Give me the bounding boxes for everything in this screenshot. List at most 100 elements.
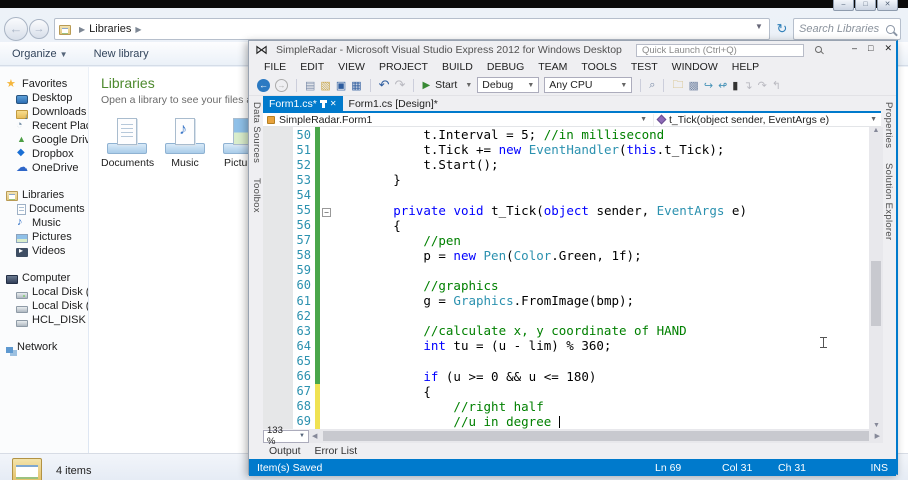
step-out-icon[interactable]: ↰ <box>772 79 781 92</box>
menu-team[interactable]: TEAM <box>531 61 574 73</box>
address-bar[interactable]: ▶ Libraries ▶ <box>54 18 770 40</box>
library-tile-music[interactable]: Music <box>159 118 211 169</box>
tool-tab-error-list[interactable]: Error List <box>315 445 358 457</box>
sidebar-group: Libraries Documents Music Pictures Videos <box>6 188 88 258</box>
new-file-icon[interactable]: ▤ <box>305 79 315 92</box>
search-icon[interactable] <box>886 24 895 34</box>
member-dropdown[interactable]: t_Tick(object sender, EventArgs e) ▼ <box>653 113 883 126</box>
sidebar-item-videos[interactable]: Videos <box>6 244 88 258</box>
scrollbar-thumb[interactable] <box>871 261 881 326</box>
sidebar-item-local-disk-d-[interactable]: Local Disk (D:) <box>6 299 88 313</box>
tab-form1-cs-[interactable]: Form1.cs* ✕ <box>263 96 343 111</box>
editor-vertical-scrollbar[interactable]: ▲ ▼ <box>869 127 883 429</box>
sidebar-group-computer[interactable]: Computer <box>6 271 88 285</box>
refresh-button[interactable]: ↻ <box>774 20 790 38</box>
sidebar-group-favorites[interactable]: Favorites <box>6 77 88 91</box>
navigate-forward-icon[interactable]: → <box>275 78 288 92</box>
sidebar-item-google-drive[interactable]: Google Drive <box>6 133 88 147</box>
menu-window[interactable]: WINDOW <box>665 61 725 73</box>
zoom-level-dropdown[interactable]: 133 % ▼ <box>263 425 309 447</box>
sidebar-item-pictures[interactable]: Pictures <box>6 230 88 244</box>
sidebar-item-hcl_disk-e-[interactable]: HCL_DISK (E:) <box>6 313 88 327</box>
collapse-icon[interactable]: − <box>322 207 331 217</box>
sidebar-item-music[interactable]: Music <box>6 216 88 230</box>
step-over-icon[interactable]: ↷ <box>758 79 767 92</box>
quick-launch-input[interactable]: Quick Launch (Ctrl+Q) <box>636 44 804 57</box>
scroll-left-icon[interactable]: ◀ <box>312 432 317 440</box>
editor-horizontal-scrollbar[interactable]: ◀ ▶ <box>309 429 883 443</box>
library-tile-documents[interactable]: Documents <box>101 118 154 169</box>
sidebar-item-label: Recent Places <box>32 120 88 132</box>
detach-arrow-icon[interactable]: ↫ <box>718 79 727 92</box>
properties-window-icon[interactable]: ▩ <box>688 79 698 92</box>
sidebar-item-local-disk-c-[interactable]: Local Disk (C:) <box>6 285 88 299</box>
tool-tab-data-sources[interactable]: Data Sources <box>249 96 263 169</box>
menu-project[interactable]: PROJECT <box>372 61 435 73</box>
code-token: object <box>543 202 589 218</box>
sidebar-group-network[interactable]: Network <box>6 340 88 354</box>
open-file-icon[interactable]: ▧ <box>320 79 330 92</box>
menu-file[interactable]: FILE <box>257 61 293 73</box>
menu-tools[interactable]: TOOLS <box>574 61 623 73</box>
explorer-minimize-button[interactable]: – <box>833 0 854 11</box>
attach-arrow-icon[interactable]: ↪ <box>704 79 713 92</box>
start-button[interactable]: Start <box>435 78 457 92</box>
scroll-down-icon[interactable]: ▼ <box>873 422 880 429</box>
explorer-close-button[interactable]: ✕ <box>877 0 898 11</box>
tool-tab-output[interactable]: Output <box>269 445 301 457</box>
search-input[interactable]: Search Libraries <box>793 18 901 40</box>
tool-tab-properties[interactable]: Properties <box>881 96 895 154</box>
tab-form1-cs-design-[interactable]: Form1.cs [Design]* <box>343 96 444 111</box>
explorer-maximize-button[interactable]: □ <box>855 0 876 11</box>
code-text: int tu = (u - lim) % 360; <box>333 338 611 353</box>
save-icon[interactable]: ▣ <box>336 79 346 92</box>
configuration-dropdown[interactable]: Debug ▼ <box>477 77 540 93</box>
break-all-icon[interactable]: ▮ <box>732 79 738 92</box>
quick-launch-search-icon[interactable] <box>815 46 822 53</box>
vs-close-button[interactable]: ✕ <box>884 43 892 54</box>
find-in-files-icon[interactable]: ⌕ <box>649 79 655 92</box>
sidebar-item-desktop[interactable]: Desktop <box>6 91 88 105</box>
breadcrumb[interactable]: Libraries <box>89 23 131 35</box>
menu-help[interactable]: HELP <box>725 61 766 73</box>
sidebar-item-documents[interactable]: Documents <box>6 202 88 216</box>
tool-tab-toolbox[interactable]: Toolbox <box>249 172 263 219</box>
menu-view[interactable]: VIEW <box>331 61 372 73</box>
scroll-right-icon[interactable]: ▶ <box>875 432 880 440</box>
scroll-up-icon[interactable]: ▲ <box>873 127 880 134</box>
sidebar-item-downloads[interactable]: Downloads <box>6 105 88 121</box>
sidebar-group-libraries[interactable]: Libraries <box>6 188 88 202</box>
redo-icon[interactable]: ↷ <box>395 77 406 93</box>
platform-dropdown[interactable]: Any CPU ▼ <box>544 77 633 93</box>
sidebar-item-onedrive[interactable]: OneDrive <box>6 160 88 175</box>
vs-maximize-button[interactable]: □ <box>868 43 873 54</box>
tool-tab-solution-explorer[interactable]: Solution Explorer <box>881 157 895 246</box>
navigate-back-icon[interactable]: ← <box>257 78 270 92</box>
scrollbar-thumb[interactable] <box>323 431 869 441</box>
menu-build[interactable]: BUILD <box>435 61 480 73</box>
save-all-icon[interactable]: ▦ <box>351 79 361 92</box>
new-library-button[interactable]: New library <box>94 48 149 60</box>
forward-button[interactable]: → <box>29 19 49 39</box>
step-into-icon[interactable]: ↴ <box>743 79 752 92</box>
code-editor[interactable]: 50 t.Interval = 5; //in millisecond 51 t.… <box>263 127 869 429</box>
address-dropdown-icon[interactable]: ▼ <box>755 22 763 31</box>
menu-edit[interactable]: EDIT <box>293 61 331 73</box>
sidebar-item-recent-places[interactable]: Recent Places <box>6 119 88 133</box>
star-icon <box>6 77 18 90</box>
type-dropdown[interactable]: SimpleRadar.Form1 ▼ <box>263 114 653 126</box>
menu-test[interactable]: TEST <box>624 61 665 73</box>
back-button[interactable]: ← <box>4 17 28 41</box>
vs-minimize-button[interactable]: – <box>852 43 857 54</box>
sidebar-item-dropbox[interactable]: Dropbox <box>6 147 88 161</box>
undo-icon[interactable]: ↶ <box>379 77 390 93</box>
organize-button[interactable]: Organize ▼ <box>12 48 68 60</box>
solution-folder-icon[interactable]: 🗀 <box>672 76 683 95</box>
item-count: 4 items <box>56 465 92 477</box>
start-debug-icon[interactable]: ▶ <box>422 80 430 91</box>
pin-icon[interactable] <box>319 99 327 108</box>
menu-debug[interactable]: DEBUG <box>480 61 531 73</box>
chevron-down-icon[interactable]: ▼ <box>465 82 472 89</box>
close-icon[interactable]: ✕ <box>330 99 337 108</box>
